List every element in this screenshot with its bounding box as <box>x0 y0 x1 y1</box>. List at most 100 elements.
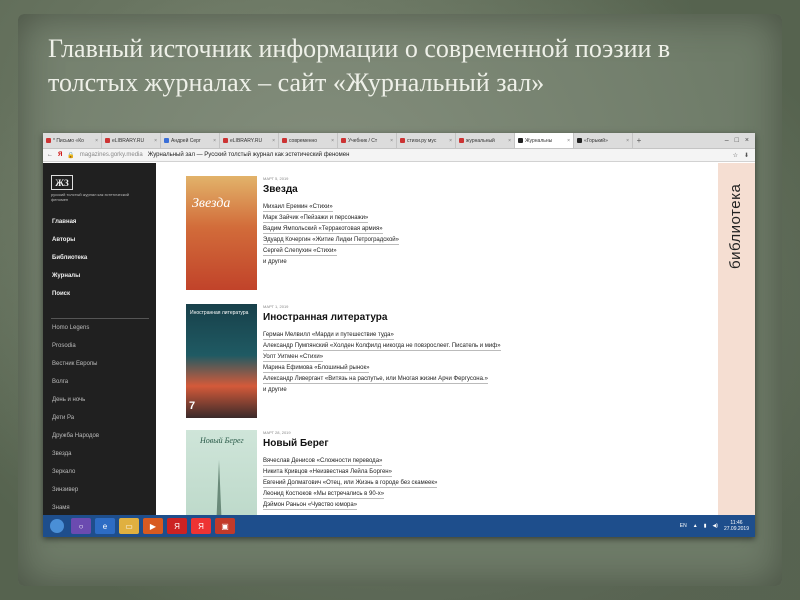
browser-tab[interactable]: Андрей Серг × <box>161 133 220 148</box>
issue-cover[interactable]: Звезда <box>186 176 257 290</box>
article-link[interactable]: Александр Ливергант «Витязь на распутье,… <box>263 376 488 384</box>
browser-tab[interactable]: Учебник / Ст × <box>338 133 397 148</box>
nav-library[interactable]: Библиотека <box>52 255 87 261</box>
article-link[interactable]: Дэймон Раньон «Чувство юмора» <box>263 502 358 510</box>
browser-tab[interactable]: «Горький» × <box>574 133 633 148</box>
browser-tab[interactable]: журнальный × <box>456 133 515 148</box>
tab-close-icon[interactable]: × <box>626 138 629 144</box>
magazine-link[interactable]: Дети Ра <box>52 415 74 421</box>
article-link[interactable]: Александр Пумпянский «Холден Колфилд ник… <box>263 343 501 351</box>
magazine-link[interactable]: Волга <box>52 379 68 385</box>
article-link[interactable]: Вячеслав Денисов «Сложности перевода» <box>263 458 383 466</box>
more-link[interactable]: и другие <box>263 387 287 394</box>
yandex-icon[interactable]: Я <box>58 152 62 158</box>
tab-close-icon[interactable]: × <box>449 138 452 144</box>
issue-magazine-name[interactable]: Иностранная литература <box>263 312 387 323</box>
magazine-link[interactable]: День и ночь <box>52 397 85 403</box>
magazine-link[interactable]: Звезда <box>52 451 71 457</box>
issue-cover[interactable]: Иностранная литература 7 <box>186 304 257 418</box>
url-domain[interactable]: magazines.gorky.media <box>80 152 143 158</box>
download-icon[interactable]: ⬇ <box>744 152 749 159</box>
sidebar-divider <box>51 318 149 319</box>
article-link[interactable]: Сергей Слепухин «Стихи» <box>263 248 337 256</box>
tab-close-icon[interactable]: × <box>567 138 570 144</box>
nav-search[interactable]: Поиск <box>52 291 70 297</box>
tab-close-icon[interactable]: × <box>154 138 157 144</box>
magazine-link[interactable]: Знамя <box>52 505 70 511</box>
magazine-link[interactable]: Prosodia <box>52 343 76 349</box>
clock-date: 27.09.2019 <box>723 526 749 532</box>
nav-home[interactable]: Главная <box>52 219 76 225</box>
yandex-browser-icon[interactable]: Я <box>167 518 187 534</box>
ie-icon[interactable]: e <box>95 518 115 534</box>
tab-label: eLIBRARY.RU <box>112 137 145 144</box>
article-link[interactable]: Михаил Еремин «Стихи» <box>263 204 333 212</box>
article-link[interactable]: Эдуард Кочергин «Житие Лидки Петроградск… <box>263 237 399 245</box>
article-link[interactable]: Марина Ефимова «Блошиный рынок» <box>263 365 370 373</box>
tab-close-icon[interactable]: × <box>508 138 511 144</box>
site-tagline: русский толстый журнал как эстетический … <box>51 192 129 202</box>
nav-authors[interactable]: Авторы <box>52 237 75 243</box>
nav-journals[interactable]: Журналы <box>52 273 80 279</box>
tab-label: eLIBRARY.RU <box>230 137 263 144</box>
issue-date: МАРТ 5, 2019 <box>263 176 289 181</box>
browser-tab[interactable]: eLIBRARY.RU × <box>220 133 279 148</box>
magazine-link[interactable]: Дружба Народов <box>52 433 99 439</box>
tab-favicon-icon <box>46 138 51 143</box>
magazine-link[interactable]: Зеркало <box>52 469 75 475</box>
address-bar[interactable]: ← Я 🔒 magazines.gorky.media Журнальный з… <box>43 149 755 162</box>
maximize-icon[interactable]: □ <box>735 137 739 144</box>
tab-favicon-icon <box>518 138 523 143</box>
article-link[interactable]: Марк Зайчик «Пейзажи и персонажи» <box>263 215 369 223</box>
browser-tab[interactable]: * Письмо «Ко × <box>43 133 102 148</box>
tab-close-icon[interactable]: × <box>390 138 393 144</box>
browser-tab[interactable]: eLIBRARY.RU × <box>102 133 161 148</box>
tab-close-icon[interactable]: × <box>331 138 334 144</box>
language-indicator[interactable]: EN <box>680 523 687 529</box>
tab-favicon-icon <box>164 138 169 143</box>
new-tab-icon[interactable]: + <box>633 133 645 148</box>
library-strip[interactable]: библиотека <box>718 163 755 515</box>
issues-list: Звезда МАРТ 5, 2019 Звезда Михаил Еремин… <box>156 163 718 537</box>
tab-close-icon[interactable]: × <box>272 138 275 144</box>
tab-close-icon[interactable]: × <box>213 138 216 144</box>
article-link[interactable]: Уолт Уитмен «Стихи» <box>263 354 324 362</box>
magazine-link[interactable]: Homo Legens <box>52 325 89 331</box>
url-page-title[interactable]: Журнальный зал — Русский толстый журнал … <box>148 152 350 158</box>
close-window-icon[interactable]: × <box>745 137 749 144</box>
clock[interactable]: 11:46 27.09.2019 <box>724 520 749 532</box>
tab-close-icon[interactable]: × <box>95 138 98 144</box>
article-link[interactable]: Герман Мелвилл «Марди и путешествие туда… <box>263 332 394 340</box>
tab-label: стихи.ру мус <box>407 137 437 144</box>
yandex-icon[interactable]: Я <box>191 518 211 534</box>
issue-date: МАРТ 28, 2019 <box>263 430 291 435</box>
issue-magazine-name[interactable]: Звезда <box>263 184 298 195</box>
browser-tab-active[interactable]: Журнальны × <box>515 133 574 148</box>
back-icon[interactable]: ← <box>47 152 53 158</box>
more-link[interactable]: и другие <box>263 259 287 266</box>
site-logo[interactable]: ЖЗ <box>51 175 73 190</box>
magazine-link[interactable]: Зинзивер <box>52 487 78 493</box>
browser-tab[interactable]: современно × <box>279 133 338 148</box>
network-icon[interactable]: ▮ <box>704 523 707 529</box>
lock-icon: 🔒 <box>67 152 75 159</box>
article-link[interactable]: Леонид Костюков «Мы встречались в 90-х» <box>263 491 385 499</box>
issue-magazine-name[interactable]: Новый Берег <box>263 438 329 449</box>
media-player-icon[interactable]: ▶ <box>143 518 163 534</box>
slide-title: Главный источник информации о современно… <box>48 32 768 100</box>
article-link[interactable]: Никита Кривцов «Неизвестная Лейла Борген… <box>263 469 392 477</box>
pdf-reader-icon[interactable]: ▣ <box>215 518 235 534</box>
magazine-link[interactable]: Вестник Европы <box>52 361 97 367</box>
browser-tab[interactable]: стихи.ру мус × <box>397 133 456 148</box>
tab-label: современно <box>289 137 318 144</box>
notifications-icon[interactable]: ▲ <box>693 523 698 529</box>
start-icon[interactable] <box>47 518 67 534</box>
volume-icon[interactable]: ◀) <box>712 523 718 529</box>
minimize-icon[interactable]: – <box>725 137 729 144</box>
bookmark-icon[interactable]: ☆ <box>733 152 738 159</box>
tab-favicon-icon <box>577 138 582 143</box>
article-link[interactable]: Вадим Ямпольский «Терракотовая армия» <box>263 226 383 234</box>
file-explorer-icon[interactable]: ▭ <box>119 518 139 534</box>
search-icon[interactable]: ○ <box>71 518 91 534</box>
article-link[interactable]: Евгений Долматович «Отец, или Жизнь в го… <box>263 480 438 488</box>
